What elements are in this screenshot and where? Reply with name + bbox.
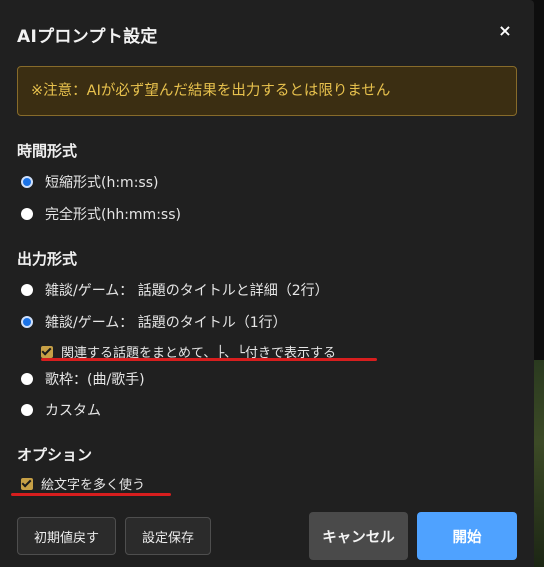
checkbox-label: 絵文字を多く使う — [41, 478, 146, 493]
ai-prompt-settings-dialog: AIプロンプト設定 × ※注意：AIが必ず望んだ結果を出力するとは限りません 時… — [0, 0, 534, 567]
reset-defaults-button[interactable]: 初期値戻す — [17, 517, 116, 555]
red-annotation-underline — [11, 493, 171, 496]
radio-chat-game-1line[interactable]: 雑談/ゲーム： 話題のタイトル（1行） — [21, 312, 287, 332]
save-settings-button[interactable]: 設定保存 — [125, 517, 211, 555]
radio-unchecked-icon[interactable] — [21, 284, 33, 296]
checkbox-checked-icon[interactable] — [21, 477, 33, 490]
radio-unchecked-icon[interactable] — [21, 404, 33, 416]
radio-label: 歌枠：(曲/歌手) — [45, 372, 145, 388]
radio-chat-game-2lines[interactable]: 雑談/ゲーム： 話題のタイトルと詳細（2行） — [21, 280, 329, 300]
radio-short-format[interactable]: 短縮形式(h:m:ss) — [21, 172, 158, 192]
start-button[interactable]: 開始 — [417, 512, 517, 560]
cancel-button[interactable]: キャンセル — [309, 512, 408, 560]
close-icon[interactable]: × — [494, 20, 516, 42]
red-annotation-underline — [41, 358, 377, 361]
radio-custom[interactable]: カスタム — [21, 400, 101, 420]
options-heading: オプション — [17, 446, 93, 464]
radio-label: カスタム — [45, 403, 101, 419]
radio-karaoke[interactable]: 歌枠：(曲/歌手) — [21, 369, 145, 389]
radio-label: 雑談/ゲーム： 話題のタイトル（1行） — [45, 315, 287, 331]
radio-unchecked-icon[interactable] — [21, 208, 33, 220]
radio-label: 短縮形式(h:m:ss) — [45, 175, 159, 191]
dialog-title: AIプロンプト設定 — [17, 27, 158, 47]
radio-checked-icon[interactable] — [21, 176, 33, 188]
checkbox-use-emoji[interactable]: 絵文字を多く使う — [21, 474, 145, 493]
time-format-heading: 時間形式 — [17, 142, 78, 160]
radio-label: 雑談/ゲーム： 話題のタイトルと詳細（2行） — [45, 283, 329, 299]
radio-full-format[interactable]: 完全形式(hh:mm:ss) — [21, 204, 181, 224]
radio-unchecked-icon[interactable] — [21, 373, 33, 385]
radio-checked-icon[interactable] — [21, 316, 33, 328]
checkbox-checked-icon[interactable] — [41, 345, 53, 358]
warning-banner: ※注意：AIが必ず望んだ結果を出力するとは限りません — [17, 66, 517, 116]
output-format-heading: 出力形式 — [17, 250, 78, 268]
radio-label: 完全形式(hh:mm:ss) — [45, 207, 181, 223]
